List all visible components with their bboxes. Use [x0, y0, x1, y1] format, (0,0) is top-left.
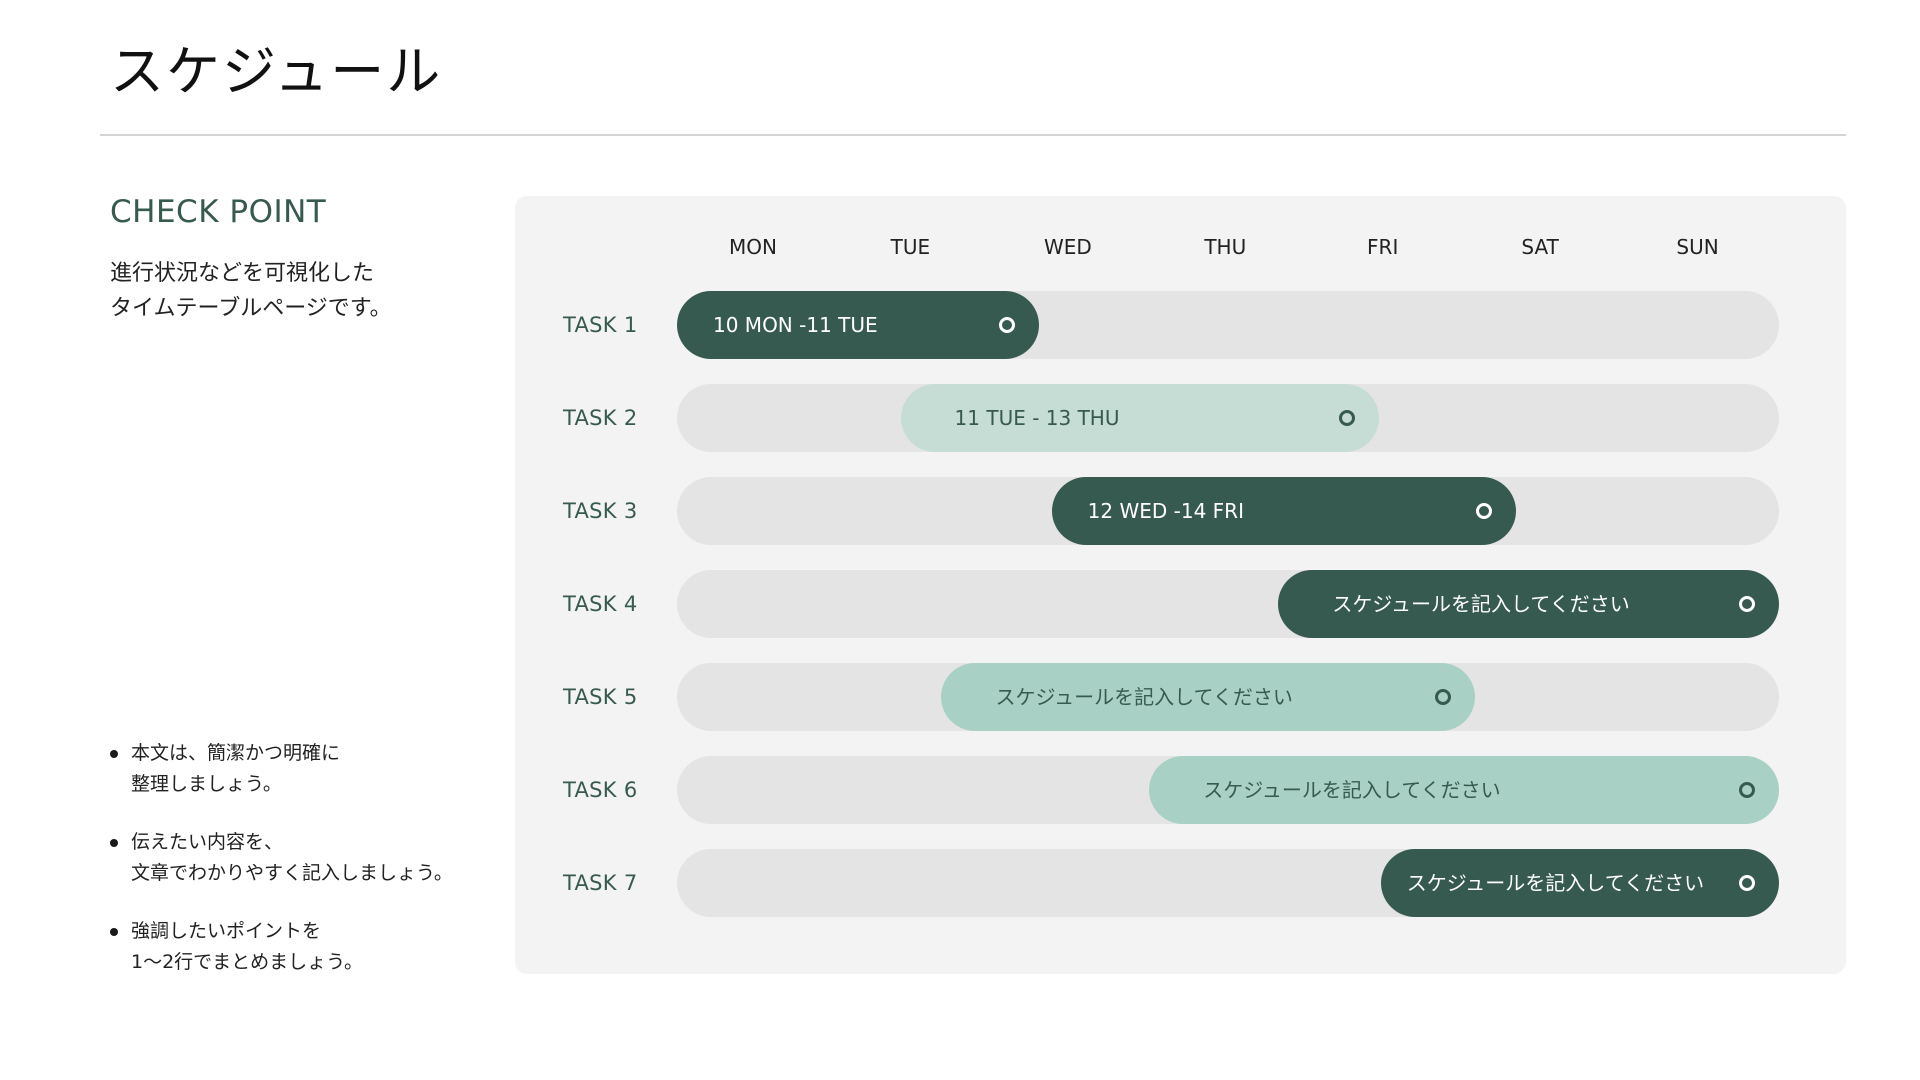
- task-label: TASK 6: [563, 778, 638, 802]
- end-marker-icon: [1738, 782, 1755, 798]
- task-label: TASK 4: [563, 592, 638, 616]
- task-bar[interactable]: スケジュールを記入してください: [1380, 849, 1779, 917]
- bullet-dot-icon: [110, 928, 118, 936]
- task-label: TASK 3: [563, 499, 638, 523]
- task-bar-label: スケジュールを記入してください: [1203, 778, 1501, 802]
- task-bar[interactable]: 10 MON -11 TUE: [677, 291, 1040, 359]
- bullet-item: 伝えたい内容を、 文章でわかりやすく記入しましょう。: [110, 827, 490, 889]
- check-point-heading: CHECK POINT: [110, 194, 327, 230]
- day-header-fri: FRI: [1367, 235, 1399, 259]
- task-bar[interactable]: 12 WED -14 FRI: [1051, 477, 1517, 545]
- task-track: スケジュールを記入してください: [677, 663, 1779, 731]
- title-divider: [100, 134, 1846, 136]
- end-marker-icon: [1435, 689, 1452, 705]
- task-bar-label: 11 TUE - 13 THU: [954, 406, 1120, 430]
- task-bar[interactable]: スケジュールを記入してください: [1278, 570, 1779, 638]
- check-point-description: 進行状況などを可視化した タイムテーブルページです。: [110, 261, 392, 321]
- task-label: TASK 2: [563, 406, 638, 430]
- end-marker-icon: [999, 317, 1016, 333]
- day-header-tue: TUE: [890, 235, 931, 259]
- task-track: スケジュールを記入してください: [677, 756, 1779, 824]
- bullet-item: 強調したいポイントを 1〜2行でまとめましょう。: [110, 916, 490, 978]
- task-bar-label: スケジュールを記入してください: [995, 685, 1293, 709]
- day-header-sat: SAT: [1521, 235, 1559, 259]
- bullet-text: 強調したいポイントを 1〜2行でまとめましょう。: [131, 920, 364, 973]
- end-marker-icon: [1339, 410, 1356, 426]
- task-bar[interactable]: スケジュールを記入してください: [941, 663, 1476, 731]
- task-bar[interactable]: 11 TUE - 13 THU: [900, 384, 1380, 452]
- day-header-thu: THU: [1204, 235, 1247, 259]
- task-bar-label: 12 WED -14 FRI: [1087, 499, 1244, 523]
- bullet-item: 本文は、簡潔かつ明確に 整理しましょう。: [110, 738, 490, 800]
- task-bar-label: スケジュールを記入してください: [1406, 871, 1705, 895]
- task-track: スケジュールを記入してください: [677, 570, 1779, 638]
- end-marker-icon: [1738, 875, 1755, 891]
- task-bar-label: スケジュールを記入してください: [1332, 592, 1630, 616]
- page-title: スケジュール: [110, 40, 443, 103]
- day-header-sun: SUN: [1676, 235, 1719, 259]
- task-bar[interactable]: スケジュールを記入してください: [1149, 756, 1779, 824]
- task-track: 12 WED -14 FRI: [677, 477, 1779, 545]
- task-label: TASK 5: [563, 685, 638, 709]
- task-label: TASK 7: [563, 871, 638, 895]
- bullet-text: 伝えたい内容を、 文章でわかりやすく記入しましょう。: [131, 831, 453, 884]
- task-label: TASK 1: [563, 313, 638, 337]
- bullet-dot-icon: [110, 839, 118, 847]
- bullet-dot-icon: [110, 750, 118, 758]
- task-track: スケジュールを記入してください: [677, 849, 1779, 917]
- task-track: 10 MON -11 TUE: [677, 291, 1779, 359]
- task-bar-label: 10 MON -11 TUE: [713, 313, 878, 337]
- bullet-text: 本文は、簡潔かつ明確に 整理しましょう。: [131, 742, 341, 795]
- end-marker-icon: [1738, 596, 1755, 612]
- task-track: 11 TUE - 13 THU: [677, 384, 1779, 452]
- end-marker-icon: [1476, 503, 1493, 519]
- check-point-bullets: 本文は、簡潔かつ明確に 整理しましょう。 伝えたい内容を、 文章でわかりやすく記…: [110, 738, 490, 1005]
- day-header-wed: WED: [1043, 235, 1092, 259]
- day-header-mon: MON: [729, 235, 777, 259]
